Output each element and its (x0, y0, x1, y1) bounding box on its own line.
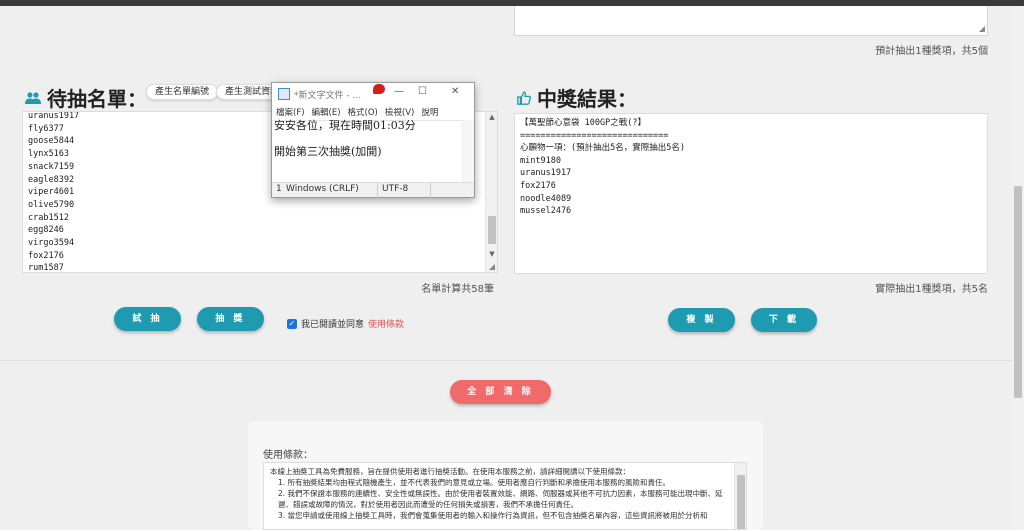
list-item: virgo3594 (28, 238, 75, 249)
status-separator (377, 183, 378, 198)
notepad-window[interactable]: *新文字文件 - ... — ☐ ✕ 檔案(F) 編輯(E) 格式(O) 檢視(… (271, 82, 475, 198)
notepad-title: *新文字文件 - ... (294, 91, 362, 101)
notepad-statusbar: 1 Windows (CRLF) UTF-8 (272, 182, 474, 198)
prize-settings-textarea[interactable]: ◢ (514, 6, 988, 36)
result-line: fox2176 (520, 180, 556, 191)
scroll-up-icon[interactable]: ▲ (486, 113, 497, 121)
resize-grip-icon[interactable]: ◢ (979, 24, 985, 33)
download-button[interactable]: 下 載 (751, 308, 817, 332)
clear-all-button[interactable]: 全 部 清 除 (450, 380, 551, 404)
page-scrollbar-thumb[interactable] (1014, 186, 1022, 398)
result-line: mussel2476 (520, 206, 572, 217)
scrollbar-thumb[interactable] (737, 475, 745, 529)
terms-link[interactable]: 使用條款 (368, 317, 404, 330)
thumbs-up-icon (517, 90, 531, 105)
maximize-icon[interactable]: ☐ (418, 86, 427, 97)
terms-item: 3. 當您申請或使用線上抽獎工具時，我們會蒐集使用者的輸入和操作行為資訊，但不包… (278, 511, 708, 520)
minimize-icon[interactable]: — (394, 86, 404, 97)
status-eol: Windows (CRLF) (286, 184, 359, 194)
scrollbar-thumb[interactable] (488, 216, 496, 244)
scroll-down-icon[interactable]: ▼ (486, 250, 497, 258)
status-position: 1 (276, 184, 282, 194)
resize-grip-icon[interactable]: ◢ (489, 262, 495, 271)
prize-summary: 預計抽出1種獎項，共5個 (875, 46, 988, 57)
list-item: fox2176 (28, 250, 64, 261)
result-line: ============================= (520, 130, 669, 141)
generate-list-number-button[interactable]: 產生名單編號 (146, 84, 219, 100)
notepad-scrollbar[interactable] (462, 120, 474, 183)
result-line: 【萬聖節心意袋 100GP之戰(?】 (520, 118, 646, 128)
notepad-app-icon (278, 88, 290, 100)
status-encoding: UTF-8 (382, 184, 409, 194)
status-separator (430, 183, 431, 198)
pending-list-heading: 待抽名單： (25, 83, 147, 112)
result-line: mint9180 (520, 155, 561, 166)
result-line: 心願物一項：(預計抽出5名，實際抽出5名) (520, 143, 685, 154)
terms-item: 2. 我們不保證本服務的連續性、安全性或無誤性。由於使用者裝置效能、網路、伺服器… (278, 489, 723, 509)
close-icon[interactable]: ✕ (451, 86, 459, 97)
section-divider (0, 360, 1012, 361)
red-sticker-icon (373, 84, 385, 94)
pending-list-scrollbar[interactable]: ▲ ▼ (485, 112, 497, 272)
try-draw-button[interactable]: 試 抽 (114, 307, 181, 331)
results-heading: 中獎結果： (517, 83, 637, 112)
notepad-line: 開始第三次抽獎(加開) (274, 145, 382, 158)
terms-agreement: ✓ 我已閱讀並同意 使用條款 (287, 317, 404, 330)
terms-card: 使用條款： 本線上抽獎工具為免費服務，旨在提供使用者進行抽獎活動。在使用本服務之… (248, 421, 763, 530)
list-item: olive5790 (28, 199, 75, 210)
terms-intro: 本線上抽獎工具為免費服務，旨在提供使用者進行抽獎活動。在使用本服務之前，請詳細閱… (270, 467, 630, 476)
copy-button[interactable]: 複 製 (668, 308, 735, 332)
notepad-line: 安安各位，現在時間01:03分 (274, 119, 416, 132)
results-title: 中獎結果： (537, 87, 637, 111)
agree-label: 我已閱讀並同意 (301, 320, 365, 330)
list-item: egg8246 (28, 225, 64, 236)
result-count: 實際抽出1種獎項，共5名 (875, 284, 988, 295)
terms-title: 使用條款： (263, 450, 313, 461)
results-textarea[interactable]: 【萬聖節心意袋 100GP之戰(?】 ======================… (514, 113, 988, 274)
page-scrollbar[interactable] (1012, 6, 1024, 530)
list-count: 名單計算共58筆 (421, 284, 494, 295)
list-item: crab1512 (28, 212, 69, 223)
terms-textbox[interactable]: 本線上抽獎工具為免費服務，旨在提供使用者進行抽獎活動。在使用本服務之前，請詳細閱… (263, 462, 747, 530)
people-icon (25, 91, 41, 104)
draw-button[interactable]: 抽 獎 (197, 307, 264, 331)
result-line: noodle4089 (520, 193, 572, 204)
terms-scrollbar[interactable] (734, 463, 746, 529)
pending-list-title: 待抽名單： (47, 87, 147, 111)
terms-item: 1. 所有抽獎結果均由程式隨機產生，並不代表我們的意見或立場。使用者應自行判斷和… (278, 478, 671, 487)
list-item: rum1587 (28, 263, 64, 273)
agree-checkbox[interactable]: ✓ (287, 318, 297, 329)
notepad-editor[interactable]: 安安各位，現在時間01:03分 開始第三次抽獎(加開) (272, 119, 462, 183)
results-lines: 【萬聖節心意袋 100GP之戰(?】 ======================… (515, 114, 987, 218)
result-line: uranus1917 (520, 168, 572, 179)
